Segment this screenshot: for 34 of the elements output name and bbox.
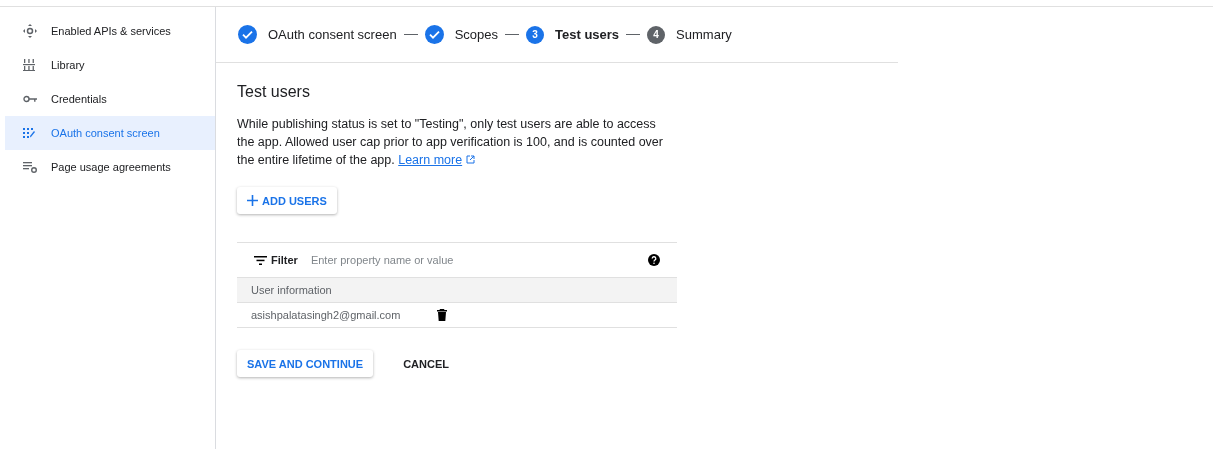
external-link-icon [465,155,475,164]
key-icon [23,95,37,103]
section-title: Test users [237,83,311,101]
check-circle-icon [424,25,444,44]
step-number: 4 [647,25,666,44]
help-icon[interactable] [648,254,660,266]
filter-label: Filter [271,254,298,266]
check-circle-icon [238,25,257,44]
plus-icon [247,195,258,206]
save-and-continue-button[interactable]: SAVE AND CONTINUE [237,350,374,377]
sidebar-item[interactable]: OAuth consent screen [5,116,215,150]
filter-icon [254,255,267,265]
step-label: OAuth consent screen [268,27,397,42]
sidebar-item[interactable]: Enabled APIs & services [5,14,215,48]
library-icon [23,59,35,71]
delete-icon[interactable] [437,309,447,321]
sidebar-item[interactable]: Credentials [5,82,215,116]
settings-list-icon [23,161,37,173]
learn-more-link[interactable]: Learn more [398,153,463,167]
table-cell-text: asishpalatasingh2@gmail.com [251,309,402,321]
step-connector [505,34,519,35]
step-connector [626,34,641,35]
step-label: Scopes [454,27,498,42]
add-users-button[interactable]: ADD USERS [237,187,337,214]
consent-icon [23,128,35,138]
step-label: Summary [676,27,732,42]
sidebar-item[interactable]: Page usage agreements [5,150,215,184]
step-label: Test users [555,27,620,42]
step-connector [403,34,418,35]
sidebar-item[interactable]: Library [5,48,215,82]
step-number: 3 [526,25,544,44]
column-header: User information [251,284,332,296]
description-text: While publishing status is set to "Testing", only test users are able to access the app. Allowed user cap prior to app verification is 100, and is counted over the entire lifetime of the app. Learn more [237,116,664,169]
move-arrows-icon [23,24,37,38]
